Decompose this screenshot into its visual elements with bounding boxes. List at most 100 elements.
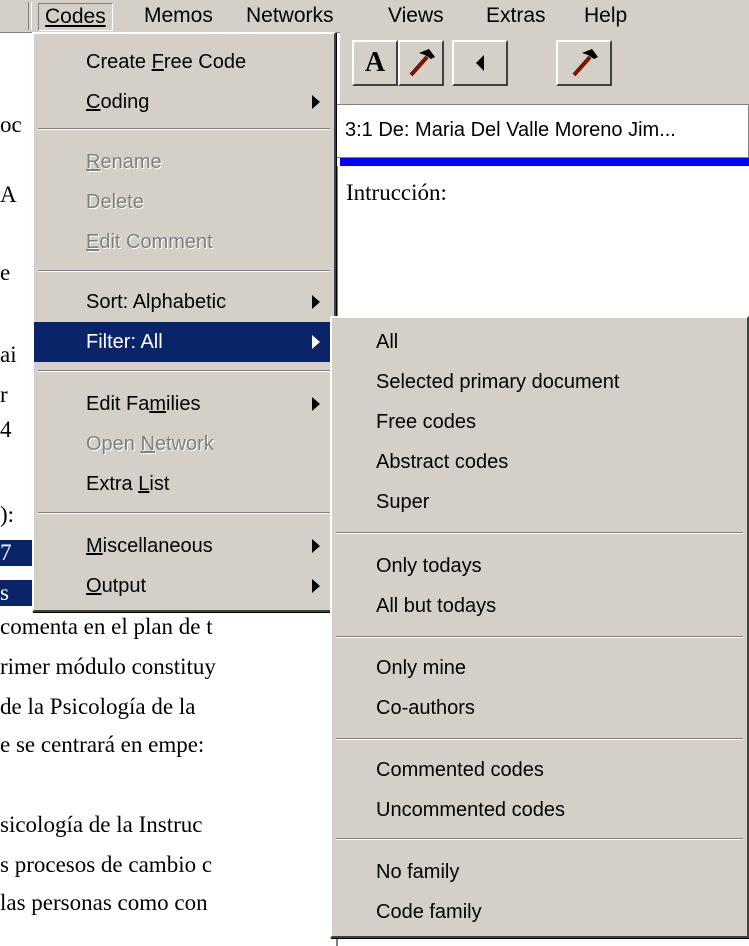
menu-item-text: oding — [100, 91, 150, 113]
menu-item-mnemonic: F — [151, 51, 164, 73]
menu-item-mnemonic: L — [138, 473, 150, 495]
doc-line: e se centrará en empe: — [0, 732, 205, 757]
menu-networks-label: Networks — [246, 4, 334, 27]
menu-help[interactable]: Help — [578, 3, 633, 29]
filter-item-abstract-codes[interactable]: Abstract codes — [332, 442, 747, 482]
menu-item-text: Extra — [86, 473, 139, 495]
doc-fragment-selected: 7 — [0, 540, 32, 566]
filter-item-all[interactable]: All — [332, 322, 747, 362]
filter-item-all-but-todays[interactable]: All but todays — [332, 586, 747, 626]
submenu-arrow-icon — [312, 539, 320, 553]
menu-item-text: utput — [101, 575, 147, 597]
text-format-button[interactable]: A — [352, 40, 398, 86]
doc-line: las personas como con — [0, 890, 208, 915]
menu-views[interactable]: Views — [382, 3, 450, 29]
menu-separator — [336, 838, 743, 840]
doc-line: s procesos de cambio c — [0, 852, 213, 877]
codes-menu: Create Free Code Coding Rename Delete Ed… — [32, 32, 336, 612]
menu-item-text: etwork — [154, 433, 214, 455]
menu-separator — [38, 512, 330, 514]
menu-item-edit-families[interactable]: Edit Families — [34, 384, 334, 424]
doc-fragment: ai — [0, 342, 17, 367]
filter-item-code-family[interactable]: Code family — [332, 892, 747, 932]
menu-item-text: dit Comment — [99, 231, 213, 253]
menu-item-text: Create — [86, 51, 152, 73]
menu-item-text: ree Code — [163, 51, 247, 73]
doc-line: sicología de la Instruc — [0, 812, 203, 837]
filter-item-free-codes[interactable]: Free codes — [332, 402, 747, 442]
previous-button[interactable] — [452, 40, 508, 86]
menu-separator — [38, 270, 330, 272]
menu-item-open-network: Open Network — [34, 424, 334, 464]
menu-item-sort[interactable]: Sort: Alphabetic — [34, 282, 334, 322]
doc-fragment: r — [0, 382, 8, 407]
filter-item-uncommented-codes[interactable]: Uncommented codes — [332, 790, 747, 830]
menu-codes[interactable]: Codes — [38, 3, 113, 31]
filter-item-selected-primary-document[interactable]: Selected primary document — [332, 362, 747, 402]
menu-item-rename: Rename — [34, 142, 334, 182]
menu-item-create-free-code[interactable]: Create Free Code — [34, 42, 334, 82]
menu-item-mnemonic: m — [149, 393, 167, 415]
menu-item-edit-comment: Edit Comment — [34, 222, 334, 262]
menu-item-mnemonic: C — [86, 91, 101, 113]
menu-item-text: Open — [86, 433, 141, 455]
menu-item-text: ename — [100, 151, 162, 173]
menu-extras-label: Extras — [486, 4, 546, 27]
menu-memos-label: Memos — [144, 4, 213, 27]
hammer-icon — [572, 49, 598, 77]
menu-item-mnemonic: M — [86, 535, 103, 557]
menu-separator — [336, 738, 743, 740]
menu-separator — [336, 636, 743, 638]
menu-item-text: Filter: All — [86, 331, 163, 353]
menu-separator — [38, 128, 330, 130]
menu-item-text: ilies — [166, 393, 201, 415]
filter-item-super[interactable]: Super — [332, 482, 747, 522]
filter-item-only-todays[interactable]: Only todays — [332, 546, 747, 586]
filter-submenu: All Selected primary document Free codes… — [330, 316, 749, 938]
menu-memos[interactable]: Memos — [138, 3, 219, 29]
submenu-arrow-icon — [312, 397, 320, 411]
document-title-field[interactable]: 3:1 De: Maria Del Valle Moreno Jim... — [336, 104, 749, 158]
code-tool-button[interactable] — [556, 40, 612, 86]
menu-item-mnemonic: E — [86, 231, 100, 253]
document-heading: Intrucción: — [346, 180, 447, 205]
menu-views-label: Views — [388, 4, 444, 27]
doc-fragment-selected: s — [0, 580, 32, 606]
filter-item-only-mine[interactable]: Only mine — [332, 648, 747, 688]
hammer-icon — [409, 49, 435, 77]
filter-item-no-family[interactable]: No family — [332, 852, 747, 892]
doc-fragment: 4 — [0, 417, 12, 442]
menu-item-text: ist — [149, 473, 170, 495]
menu-item-mnemonic: R — [86, 151, 101, 173]
doc-fragment: A — [0, 182, 17, 207]
menu-item-output[interactable]: Output — [34, 566, 334, 606]
doc-line: rimer módulo constituy — [0, 654, 216, 679]
toolbar: A — [340, 32, 749, 104]
doc-fragment: oc — [0, 112, 22, 137]
filter-item-co-authors[interactable]: Co-authors — [332, 688, 747, 728]
menu-item-miscellaneous[interactable]: Miscellaneous — [34, 526, 334, 566]
menu-separator — [336, 532, 743, 534]
menu-item-mnemonic: N — [140, 433, 155, 455]
menu-networks[interactable]: Networks — [240, 3, 340, 29]
menu-help-label: Help — [584, 4, 628, 27]
doc-line: comenta en el plan de t — [0, 614, 213, 639]
menubar: Codes Memos Networks Views Extras Help — [0, 0, 749, 33]
letter-a-icon: A — [364, 47, 386, 78]
submenu-arrow-icon — [312, 95, 320, 109]
doc-fragment: e — [0, 260, 11, 285]
submenu-arrow-icon — [312, 579, 320, 593]
menu-item-text: Edit Fa — [86, 393, 150, 415]
submenu-arrow-icon — [312, 335, 320, 349]
menu-item-text: iscellaneous — [102, 535, 213, 557]
menu-item-text: Delete — [86, 191, 144, 213]
code-button[interactable] — [398, 40, 444, 86]
menu-item-extra-list[interactable]: Extra List — [34, 464, 334, 504]
menu-item-filter[interactable]: Filter: All — [34, 322, 334, 362]
menu-codes-label: Codes — [45, 5, 106, 28]
triangle-left-icon — [476, 55, 484, 71]
menu-item-coding[interactable]: Coding — [34, 82, 334, 122]
menu-extras[interactable]: Extras — [480, 3, 552, 29]
filter-item-commented-codes[interactable]: Commented codes — [332, 750, 747, 790]
menu-item-mnemonic: O — [86, 575, 102, 597]
